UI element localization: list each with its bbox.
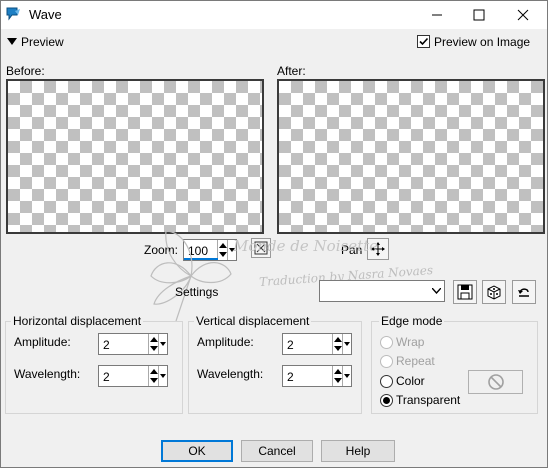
vertical-displacement-title: Vertical displacement [194, 314, 312, 328]
v-amplitude-dropdown-arrow[interactable] [342, 334, 351, 354]
v-wavelength-input[interactable]: 2 [282, 365, 352, 387]
maximize-icon [473, 9, 485, 21]
wave-dialog: Wave Preview Preview on Image Before: Af… [0, 0, 548, 468]
preview-on-image-checkbox[interactable] [417, 35, 430, 48]
preview-section-label[interactable]: Preview [21, 35, 64, 49]
settings-combobox[interactable] [319, 280, 445, 302]
before-label: Before: [6, 64, 45, 78]
watermark-flower-icon [150, 230, 232, 322]
help-button[interactable]: Help [321, 440, 395, 462]
v-amplitude-stepper[interactable] [332, 334, 342, 354]
radio-transparent[interactable] [380, 394, 393, 407]
h-amplitude-value: 2 [103, 338, 110, 352]
horizontal-displacement-title: Horizontal displacement [11, 314, 144, 328]
h-amplitude-label: Amplitude: [14, 335, 71, 349]
v-wavelength-value: 2 [287, 370, 294, 384]
minimize-button[interactable] [415, 1, 459, 29]
h-amplitude-stepper[interactable] [148, 334, 158, 354]
floppy-disk-icon [457, 284, 473, 300]
edge-mode-title: Edge mode [379, 314, 445, 328]
radio-repeat-label: Repeat [396, 354, 435, 368]
chevron-down-icon [432, 288, 441, 294]
v-amplitude-label: Amplitude: [197, 335, 254, 349]
v-wavelength-stepper[interactable] [332, 366, 342, 386]
h-amplitude-input[interactable]: 2 [98, 333, 168, 355]
collapse-chevron-icon[interactable] [7, 38, 17, 46]
watermark-line1: Monde de Noisette [233, 237, 379, 255]
radio-wrap[interactable] [380, 336, 393, 349]
no-color-icon [487, 374, 504, 390]
h-amplitude-dropdown-arrow[interactable] [158, 334, 167, 354]
h-wavelength-stepper[interactable] [148, 366, 158, 386]
color-swatch[interactable] [468, 370, 523, 394]
cancel-button[interactable]: Cancel [241, 440, 313, 462]
maximize-button[interactable] [457, 1, 501, 29]
reset-button[interactable] [512, 280, 536, 304]
after-label: After: [277, 64, 306, 78]
dice-icon [487, 285, 501, 300]
h-wavelength-input[interactable]: 2 [98, 365, 168, 387]
settings-label: Settings [175, 285, 219, 299]
h-wavelength-value: 2 [103, 370, 110, 384]
radio-repeat[interactable] [380, 355, 393, 368]
reset-arrow-icon [518, 288, 529, 297]
after-preview[interactable] [277, 79, 545, 234]
v-wavelength-dropdown-arrow[interactable] [342, 366, 351, 386]
radio-wrap-label: Wrap [396, 335, 425, 349]
v-amplitude-input[interactable]: 2 [282, 333, 352, 355]
checkmark-icon [419, 37, 429, 46]
title-bar: Wave [1, 1, 547, 29]
preview-on-image-label: Preview on Image [434, 35, 531, 49]
randomize-button[interactable] [482, 280, 506, 304]
minimize-icon [432, 14, 442, 16]
ok-button[interactable]: OK [161, 440, 233, 462]
close-icon [517, 9, 529, 21]
h-wavelength-dropdown-arrow[interactable] [158, 366, 167, 386]
app-icon [6, 7, 20, 21]
save-preset-button[interactable] [453, 280, 477, 304]
close-button[interactable] [501, 1, 545, 29]
v-amplitude-value: 2 [287, 338, 294, 352]
h-wavelength-label: Wavelength: [14, 367, 81, 381]
v-wavelength-label: Wavelength: [197, 367, 264, 381]
radio-transparent-label: Transparent [396, 393, 461, 407]
radio-color[interactable] [380, 375, 393, 388]
radio-color-label: Color [396, 374, 425, 388]
window-title: Wave [29, 7, 62, 22]
